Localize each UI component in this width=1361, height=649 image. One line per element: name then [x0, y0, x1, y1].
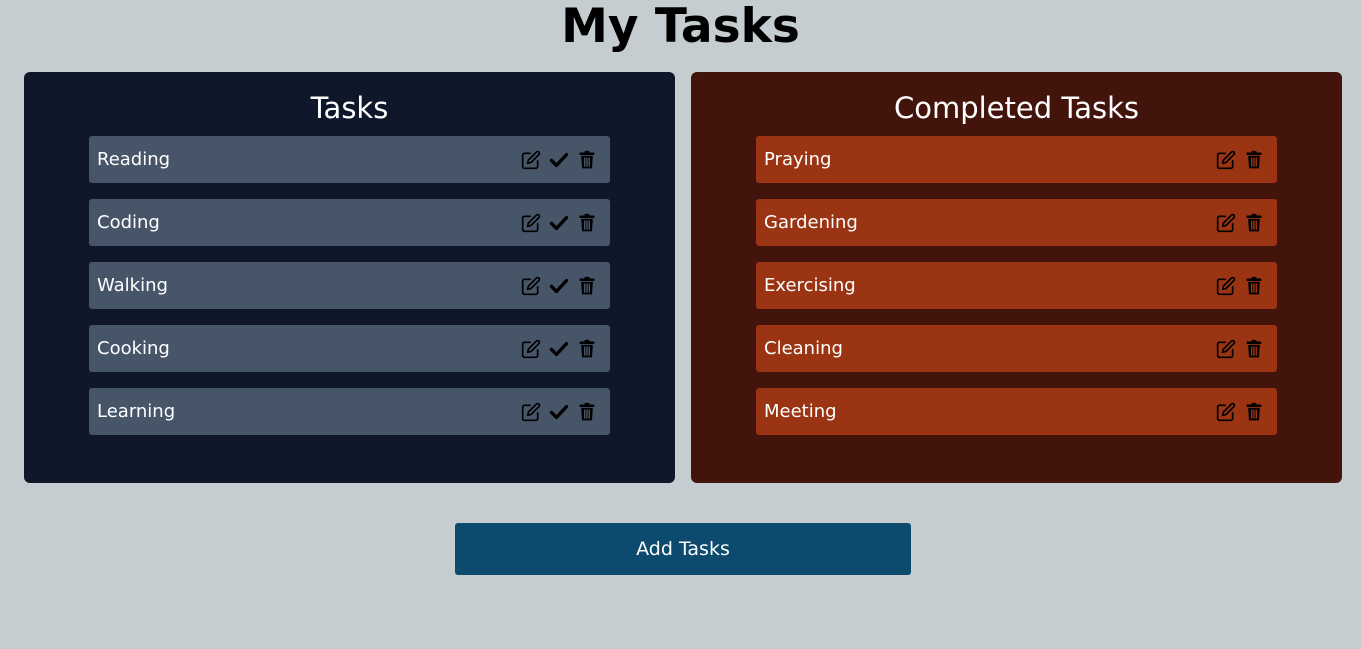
trash-icon[interactable] [1244, 213, 1264, 233]
task-actions [521, 213, 597, 233]
trash-icon[interactable] [1244, 150, 1264, 170]
completed-tasks-panel: Completed Tasks Praying Gardening Exerci… [691, 72, 1342, 483]
task-actions [1216, 276, 1264, 296]
completed-task-item: Gardening [756, 199, 1277, 246]
edit-icon[interactable] [521, 150, 541, 170]
add-tasks-button[interactable]: Add Tasks [455, 523, 911, 575]
completed-tasks-heading: Completed Tasks [893, 91, 1140, 125]
completed-task-item: Exercising [756, 262, 1277, 309]
task-item: Reading [89, 136, 610, 183]
task-label: Cooking [97, 337, 170, 359]
edit-icon[interactable] [521, 213, 541, 233]
task-label: Exercising [764, 274, 856, 296]
trash-icon[interactable] [1244, 402, 1264, 422]
edit-icon[interactable] [1216, 276, 1236, 296]
edit-icon[interactable] [1216, 402, 1236, 422]
task-actions [1216, 213, 1264, 233]
trash-icon[interactable] [577, 339, 597, 359]
tasks-list: Reading Coding Walking Cooking Learning [89, 136, 610, 451]
edit-icon[interactable] [1216, 339, 1236, 359]
trash-icon[interactable] [577, 213, 597, 233]
task-label: Praying [764, 148, 832, 170]
task-label: Learning [97, 400, 176, 422]
task-actions [1216, 339, 1264, 359]
check-icon[interactable] [549, 150, 569, 170]
check-icon[interactable] [549, 339, 569, 359]
task-item: Coding [89, 199, 610, 246]
task-label: Cleaning [764, 337, 843, 359]
edit-icon[interactable] [521, 339, 541, 359]
tasks-heading: Tasks [310, 91, 389, 125]
completed-task-item: Meeting [756, 388, 1277, 435]
completed-task-item: Cleaning [756, 325, 1277, 372]
task-item: Walking [89, 262, 610, 309]
trash-icon[interactable] [1244, 339, 1264, 359]
task-actions [1216, 150, 1264, 170]
check-icon[interactable] [549, 213, 569, 233]
trash-icon[interactable] [577, 276, 597, 296]
edit-icon[interactable] [521, 402, 541, 422]
task-actions [1216, 402, 1264, 422]
task-label: Walking [97, 274, 168, 296]
edit-icon[interactable] [521, 276, 541, 296]
check-icon[interactable] [549, 402, 569, 422]
trash-icon[interactable] [577, 402, 597, 422]
task-label: Meeting [764, 400, 837, 422]
task-label: Gardening [764, 211, 858, 233]
trash-icon[interactable] [1244, 276, 1264, 296]
completed-task-item: Praying [756, 136, 1277, 183]
task-label: Reading [97, 148, 171, 170]
trash-icon[interactable] [577, 150, 597, 170]
edit-icon[interactable] [1216, 150, 1236, 170]
check-icon[interactable] [549, 276, 569, 296]
task-label: Coding [97, 211, 160, 233]
task-actions [521, 276, 597, 296]
task-actions [521, 150, 597, 170]
edit-icon[interactable] [1216, 213, 1236, 233]
page-title: My Tasks [561, 0, 800, 54]
task-item: Cooking [89, 325, 610, 372]
task-actions [521, 339, 597, 359]
task-actions [521, 402, 597, 422]
completed-tasks-list: Praying Gardening Exercising Cleaning Me… [756, 136, 1277, 451]
tasks-panel: Tasks Reading Coding Walking Cooking Lea… [24, 72, 675, 483]
task-item: Learning [89, 388, 610, 435]
